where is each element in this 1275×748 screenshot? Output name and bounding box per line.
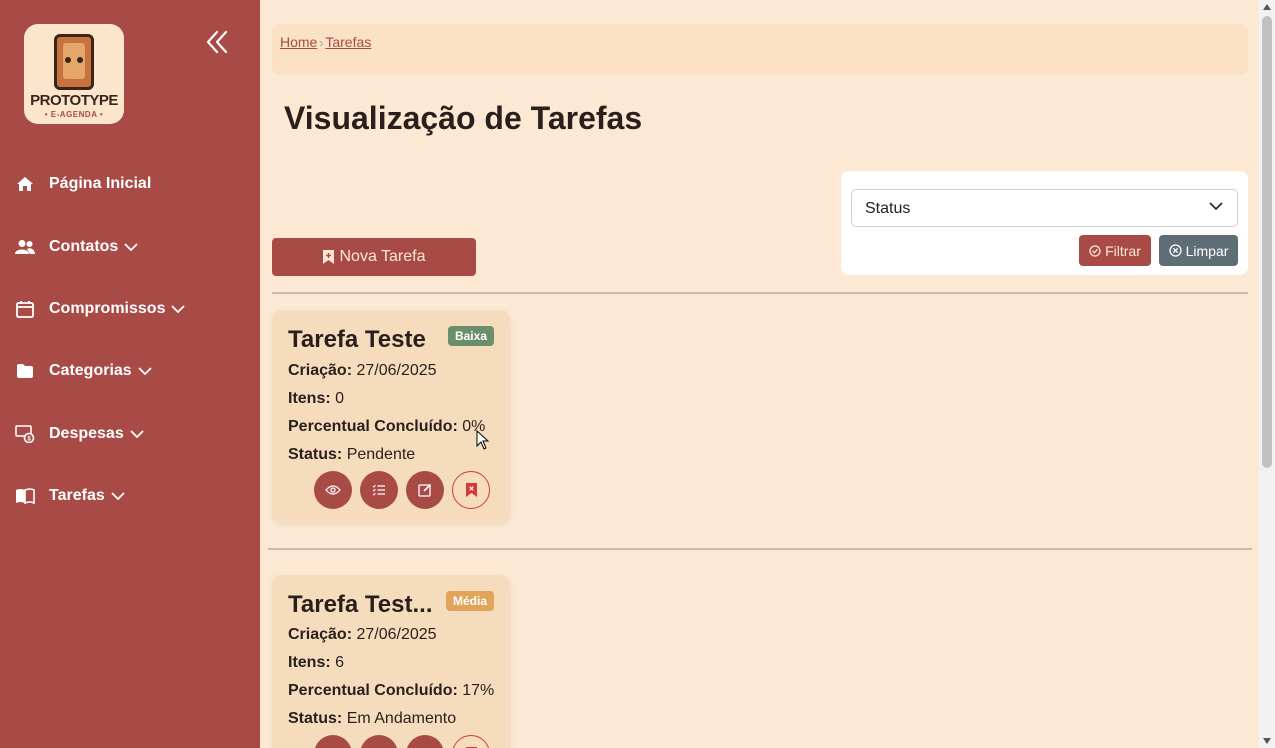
bookmark-plus-icon (322, 250, 334, 264)
new-task-button[interactable]: Nova Tarefa (272, 238, 476, 276)
view-task-button[interactable] (314, 471, 352, 509)
sidebar-item-label: Categorias (49, 362, 132, 379)
scrollbar-thumb[interactable] (1262, 16, 1272, 468)
calendar-icon (15, 299, 35, 319)
task-percent: Percentual Concluído: 17% (288, 682, 495, 699)
chevron-right-icon: › (319, 36, 324, 50)
filter-button-label: Filtrar (1105, 242, 1141, 259)
edit-task-button[interactable] (406, 471, 444, 509)
breadcrumb-bar: Home › Tarefas (272, 24, 1248, 75)
scroll-down-arrow-icon[interactable] (1263, 738, 1271, 744)
task-title: Tarefa Teste (288, 326, 426, 353)
sidebar-item-tarefas[interactable]: Tarefas (0, 474, 260, 518)
app-logo[interactable]: PROTOTYPE • E-AGENDA • (24, 24, 124, 124)
task-created: Criação: 27/06/2025 (288, 626, 437, 643)
task-card: Tarefa Teste Baixa Criação: 27/06/2025 I… (272, 310, 510, 523)
filter-panel: Status Filtrar Limpar (841, 171, 1248, 275)
priority-badge: Baixa (447, 326, 494, 346)
clear-button-label: Limpar (1185, 242, 1229, 259)
new-task-button-label: Nova Tarefa (339, 248, 426, 265)
section-divider (268, 548, 1252, 550)
money-icon: $ (15, 424, 35, 444)
page-title: Visualização de Tarefas (284, 100, 643, 136)
eye-icon (325, 485, 341, 495)
chevron-down-icon (124, 243, 138, 251)
filter-button[interactable]: Filtrar (1079, 235, 1151, 266)
task-created: Criação: 27/06/2025 (288, 362, 437, 379)
chevron-down-icon (171, 305, 186, 313)
page-scrollbar[interactable] (1259, 0, 1275, 748)
sidebar-item-compromissos[interactable]: Compromissos (0, 287, 260, 331)
chevron-down-icon (138, 367, 152, 375)
status-select-value: Status (865, 200, 911, 217)
chevron-down-icon (1209, 202, 1223, 210)
chevron-down-icon (130, 430, 144, 438)
logo-subtitle: • E-AGENDA • (44, 110, 104, 119)
breadcrumb: Home › Tarefas (280, 34, 371, 50)
sidebar-item-label: Tarefas (49, 487, 105, 504)
section-divider (272, 292, 1248, 294)
sidebar-item-categorias[interactable]: Categorias (0, 349, 260, 393)
sidebar-item-label: Despesas (49, 425, 124, 442)
task-status: Status: Pendente (288, 446, 416, 463)
check-circle-icon (1089, 244, 1101, 257)
clear-button[interactable]: Limpar (1159, 235, 1238, 266)
sidebar-item-label: Contatos (49, 238, 119, 255)
collapse-sidebar-icon[interactable] (204, 28, 230, 56)
task-items-button[interactable] (360, 471, 398, 509)
breadcrumb-home-link[interactable]: Home (280, 34, 317, 50)
sidebar-item-contatos[interactable]: Contatos (0, 225, 260, 269)
edit-icon (418, 483, 432, 497)
task-items: Itens: 6 (288, 654, 345, 671)
folder-icon (15, 361, 35, 381)
book-icon (15, 486, 35, 506)
view-task-button[interactable] (314, 735, 352, 748)
sidebar-item-label: Página Inicial (49, 175, 152, 192)
task-items: Itens: 0 (288, 390, 345, 407)
task-percent: Percentual Concluído: 0% (288, 418, 486, 435)
priority-badge: Média (445, 591, 494, 611)
bookmark-x-icon (465, 483, 477, 497)
logo-phone-mascot (54, 34, 94, 90)
delete-task-button[interactable] (452, 471, 490, 509)
sidebar-item-pagina-inicial[interactable]: Página Inicial (0, 162, 260, 206)
users-icon (15, 237, 35, 257)
home-icon (15, 174, 35, 194)
scroll-up-arrow-icon[interactable] (1263, 4, 1271, 10)
logo-title: PROTOTYPE (30, 92, 118, 109)
breadcrumb-current-link[interactable]: Tarefas (325, 34, 371, 50)
edit-task-button[interactable] (406, 735, 444, 748)
x-circle-icon (1168, 244, 1182, 257)
sidebar-item-despesas[interactable]: $ Despesas (0, 412, 260, 456)
sidebar: PROTOTYPE • E-AGENDA • Página Inicial Co… (0, 0, 260, 748)
task-title: Tarefa Test... (288, 591, 433, 618)
task-card: Tarefa Test... Média Criação: 27/06/2025… (272, 575, 510, 748)
delete-task-button[interactable] (452, 735, 490, 748)
sidebar-item-label: Compromissos (49, 300, 166, 317)
list-check-icon (372, 484, 385, 496)
mouse-cursor-icon (476, 430, 490, 450)
task-items-button[interactable] (360, 735, 398, 748)
task-status: Status: Em Andamento (288, 710, 457, 727)
status-select[interactable]: Status (851, 189, 1238, 227)
chevron-down-icon (111, 492, 125, 500)
